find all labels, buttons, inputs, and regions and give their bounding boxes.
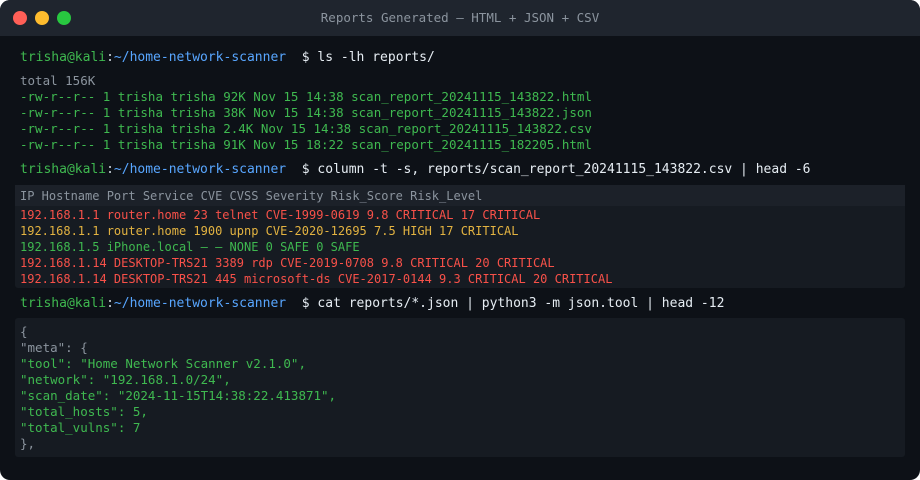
terminal-window: Reports Generated — HTML + JSON + CSV tr… — [0, 0, 920, 480]
json-line: "meta": { — [20, 340, 88, 355]
json-output-block: { "meta": { "tool": "Home Network Scanne… — [15, 318, 905, 457]
command-text: cat reports/*.json | python3 -m json.too… — [317, 296, 725, 311]
prompt-line: trisha@kali:~/home-network-scanner $ col… — [20, 162, 811, 178]
json-line: "scan_date": "2024-11-15T14:38:22.413871… — [20, 388, 337, 403]
prompt-user: trisha@kali — [20, 50, 107, 65]
prompt-colon: : — [106, 162, 114, 177]
command-text: column -t -s, reports/scan_report_202411… — [317, 162, 811, 177]
prompt-path: ~/home-network-scanner — [113, 50, 287, 65]
prompt-line: trisha@kali:~/home-network-scanner $ ls … — [20, 50, 435, 66]
prompt-user: trisha@kali — [20, 162, 107, 177]
command-text: ls -lh reports/ — [317, 50, 435, 65]
prompt-user: trisha@kali — [20, 296, 107, 311]
csv-data-row: 192.168.1.14 DESKTOP-TRS21 445 microsoft… — [20, 272, 613, 286]
json-line: }, — [20, 436, 36, 451]
json-line: "total_vulns": 7 — [20, 420, 141, 435]
prompt-path: ~/home-network-scanner — [113, 296, 287, 311]
ls-file-row: -rw-r--r-- 1 trisha trisha 38K Nov 15 14… — [20, 105, 592, 120]
ls-file-row: -rw-r--r-- 1 trisha trisha 92K Nov 15 14… — [20, 89, 592, 104]
csv-data-row: 192.168.1.1 router.home 1900 upnp CVE-20… — [20, 224, 519, 238]
csv-data-row: 192.168.1.1 router.home 23 telnet CVE-19… — [20, 208, 541, 222]
prompt-symbol: $ — [301, 296, 310, 311]
ls-total: total 156K — [20, 73, 96, 88]
prompt-colon: : — [106, 50, 114, 65]
json-line: "total_hosts": 5, — [20, 404, 148, 419]
csv-data-row: 192.168.1.5 iPhone.local — — NONE 0 SAFE… — [20, 240, 360, 254]
csv-data-row: 192.168.1.14 DESKTOP-TRS21 3389 rdp CVE-… — [20, 256, 555, 270]
prompt-path: ~/home-network-scanner — [113, 162, 287, 177]
json-line: "network": "192.168.1.0/24", — [20, 372, 231, 387]
ls-file-row: -rw-r--r-- 1 trisha trisha 91K Nov 15 18… — [20, 137, 592, 152]
window-title: Reports Generated — HTML + JSON + CSV — [320, 10, 600, 25]
prompt-symbol: $ — [301, 50, 310, 65]
title-bar: Reports Generated — HTML + JSON + CSV — [0, 0, 920, 36]
prompt-colon: : — [106, 296, 114, 311]
json-line: "tool": "Home Network Scanner v2.1.0", — [20, 356, 306, 371]
prompt-line: trisha@kali:~/home-network-scanner $ cat… — [20, 296, 724, 312]
csv-output-block: IP Hostname Port Service CVE CVSS Severi… — [15, 185, 905, 288]
ls-file-row: -rw-r--r-- 1 trisha trisha 2.4K Nov 15 1… — [20, 121, 592, 136]
csv-header-row: IP Hostname Port Service CVE CVSS Severi… — [20, 189, 483, 203]
prompt-symbol: $ — [301, 162, 310, 177]
json-line: { — [20, 324, 28, 339]
